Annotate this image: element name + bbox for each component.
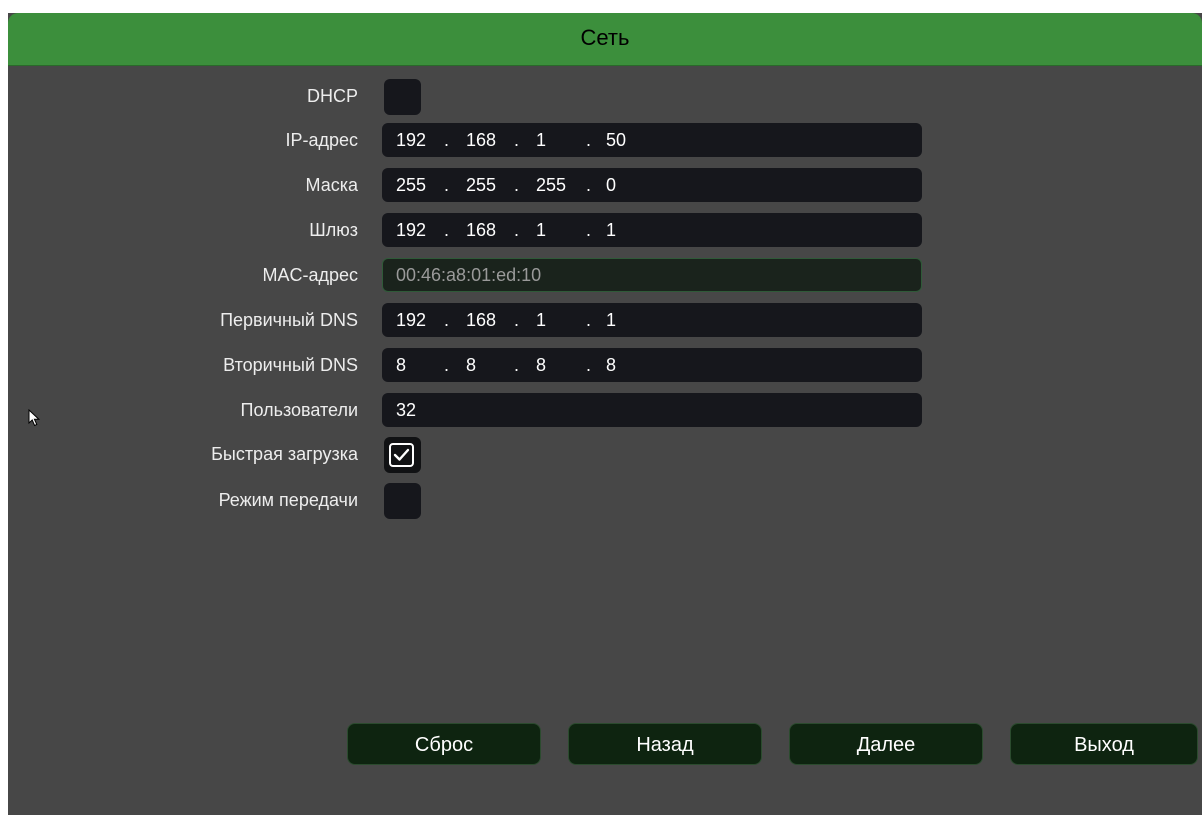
ip-octet-2[interactable]: 168 — [466, 130, 496, 151]
transfer-mode-row: Режим передачи — [8, 483, 1202, 519]
secondary-dns-octet-3[interactable]: 8 — [536, 355, 546, 376]
mask-octet-4[interactable]: 0 — [606, 175, 616, 196]
secondary-dns-octet-2[interactable]: 8 — [466, 355, 476, 376]
ip-separator: . — [586, 130, 592, 150]
secondary-dns-field[interactable]: 8 . 8 . 8 . 8 — [382, 348, 922, 382]
gateway-separator: . — [514, 220, 520, 240]
primary-dns-octet-2[interactable]: 168 — [466, 310, 496, 331]
check-icon — [393, 448, 410, 461]
exit-button[interactable]: Выход — [1010, 723, 1198, 765]
ip-address-label: IP-адрес — [285, 130, 358, 150]
mac-address-value: 00:46:a8:01:ed:10 — [396, 265, 542, 285]
secondary-dns-separator: . — [444, 355, 450, 375]
secondary-dns-octet-1[interactable]: 8 — [396, 355, 406, 376]
mask-field[interactable]: 255 . 255 . 255 . 0 — [382, 168, 922, 202]
mask-row: Маска 255 . 255 . 255 . 0 — [8, 168, 1202, 202]
users-field[interactable]: 32 — [382, 393, 922, 427]
transfer-mode-checkbox[interactable] — [384, 483, 421, 519]
mask-separator: . — [586, 175, 592, 195]
primary-dns-separator: . — [514, 310, 520, 330]
reset-button[interactable]: Сброс — [347, 723, 541, 765]
network-settings-window: Сеть DHCP IP-адрес 192 . 168 . 1 . 50 Ма… — [8, 13, 1202, 815]
users-row: Пользователи 32 — [8, 393, 1202, 427]
primary-dns-octet-1[interactable]: 192 — [396, 310, 426, 331]
gateway-field[interactable]: 192 . 168 . 1 . 1 — [382, 213, 922, 247]
mac-address-field: 00:46:a8:01:ed:10 — [382, 258, 922, 292]
gateway-label: Шлюз — [309, 220, 358, 240]
primary-dns-row: Первичный DNS 192 . 168 . 1 . 1 — [8, 303, 1202, 337]
checkbox-frame — [389, 443, 414, 467]
primary-dns-octet-3[interactable]: 1 — [536, 310, 546, 331]
users-value: 32 — [396, 400, 417, 420]
transfer-mode-label: Режим передачи — [218, 490, 358, 510]
primary-dns-separator: . — [444, 310, 450, 330]
ip-address-field[interactable]: 192 . 168 . 1 . 50 — [382, 123, 922, 157]
title-bar: Сеть — [8, 13, 1202, 66]
gateway-octet-2[interactable]: 168 — [466, 220, 496, 241]
ip-separator: . — [514, 130, 520, 150]
dhcp-label: DHCP — [306, 86, 358, 106]
gateway-row: Шлюз 192 . 168 . 1 . 1 — [8, 213, 1202, 247]
ip-octet-3[interactable]: 1 — [536, 130, 546, 151]
secondary-dns-octet-4[interactable]: 8 — [606, 355, 616, 376]
ip-octet-4[interactable]: 50 — [606, 130, 626, 151]
gateway-separator: . — [444, 220, 450, 240]
dhcp-row: DHCP — [8, 79, 1202, 115]
ip-address-row: IP-адрес 192 . 168 . 1 . 50 — [8, 123, 1202, 157]
dhcp-checkbox[interactable] — [384, 79, 421, 115]
mouse-pointer-icon — [28, 409, 41, 427]
secondary-dns-separator: . — [514, 355, 520, 375]
fast-boot-row: Быстрая загрузка — [8, 437, 1202, 473]
fast-boot-label: Быстрая загрузка — [211, 444, 358, 464]
back-button[interactable]: Назад — [568, 723, 762, 765]
next-button[interactable]: Далее — [789, 723, 983, 765]
fast-boot-checkbox[interactable] — [384, 437, 421, 473]
mask-octet-2[interactable]: 255 — [466, 175, 496, 196]
ip-octet-1[interactable]: 192 — [396, 130, 426, 151]
mask-octet-3[interactable]: 255 — [536, 175, 566, 196]
secondary-dns-separator: . — [586, 355, 592, 375]
window-title: Сеть — [580, 25, 630, 50]
mac-address-label: MAC-адрес — [262, 265, 358, 285]
mask-label: Маска — [305, 175, 359, 195]
primary-dns-label: Первичный DNS — [220, 310, 358, 330]
gateway-octet-1[interactable]: 192 — [396, 220, 426, 241]
primary-dns-field[interactable]: 192 . 168 . 1 . 1 — [382, 303, 922, 337]
secondary-dns-row: Вторичный DNS 8 . 8 . 8 . 8 — [8, 348, 1202, 382]
mask-octet-1[interactable]: 255 — [396, 175, 426, 196]
primary-dns-octet-4[interactable]: 1 — [606, 310, 616, 331]
ip-separator: . — [444, 130, 450, 150]
gateway-octet-4[interactable]: 1 — [606, 220, 616, 241]
mask-separator: . — [444, 175, 450, 195]
gateway-octet-3[interactable]: 1 — [536, 220, 546, 241]
network-form-panel: DHCP IP-адрес 192 . 168 . 1 . 50 Маска 2… — [8, 66, 1202, 815]
primary-dns-separator: . — [586, 310, 592, 330]
users-label: Пользователи — [240, 400, 358, 420]
mac-address-row: MAC-адрес 00:46:a8:01:ed:10 — [8, 258, 1202, 292]
secondary-dns-label: Вторичный DNS — [223, 355, 358, 375]
mask-separator: . — [514, 175, 520, 195]
gateway-separator: . — [586, 220, 592, 240]
